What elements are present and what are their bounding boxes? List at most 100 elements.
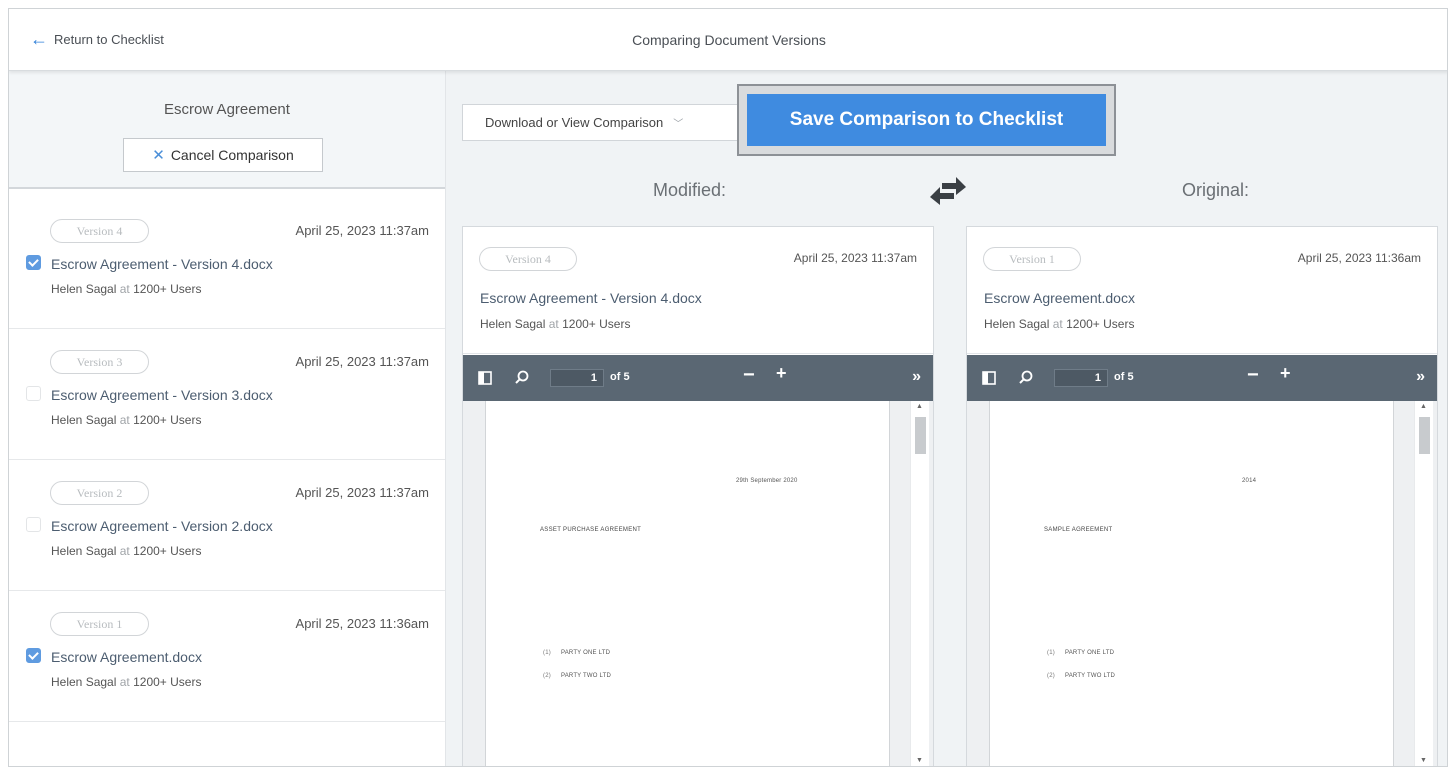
document-party: (2) PARTY TWO LTD <box>543 673 611 679</box>
version-checkbox[interactable] <box>26 255 41 270</box>
document-date: 29th September 2020 <box>736 478 798 484</box>
page-number-input[interactable]: 1 <box>1054 369 1108 387</box>
author-name: Helen Sagal <box>51 544 117 558</box>
version-file-name[interactable]: Escrow Agreement - Version 4.docx <box>51 256 273 272</box>
page-number-input[interactable]: 1 <box>550 369 604 387</box>
download-or-view-dropdown[interactable]: Download or View Comparison ﹀ <box>462 104 743 141</box>
party-name: PARTY TWO LTD <box>1064 673 1115 679</box>
version-list: Version 4 April 25, 2023 11:37am Escrow … <box>9 198 445 722</box>
chevron-down-icon: ﹀ <box>673 119 684 130</box>
author-org: 1200+ Users <box>562 317 631 331</box>
author-name: Helen Sagal <box>51 282 117 296</box>
zoom-in-button[interactable]: + <box>1280 363 1291 384</box>
document-party: (2) PARTY TWO LTD <box>1047 673 1115 679</box>
author-at: at <box>548 317 559 331</box>
scrollbar[interactable]: ▲ ▼ <box>910 401 929 766</box>
version-author: Helen Sagal at 1200+ Users <box>51 282 201 296</box>
panel-author: Helen Sagal at 1200+ Users <box>480 317 630 331</box>
scrollbar-thumb[interactable] <box>1419 417 1430 454</box>
more-tools-button[interactable]: » <box>912 368 921 386</box>
sidebar-toggle-icon[interactable] <box>982 371 996 385</box>
version-badge: Version 1 <box>50 612 149 636</box>
save-comparison-button[interactable]: Save Comparison to Checklist <box>747 94 1106 146</box>
version-badge: Version 4 <box>50 219 149 243</box>
panel-header: Version 1 April 25, 2023 11:36am Escrow … <box>967 227 1437 354</box>
panel-file-name: Escrow Agreement.docx <box>984 290 1135 306</box>
scroll-down-icon[interactable]: ▼ <box>916 757 923 764</box>
author-org: 1200+ Users <box>133 675 202 689</box>
version-badge: Version 4 <box>479 247 577 271</box>
party-name: PARTY TWO LTD <box>560 673 611 679</box>
author-at: at <box>119 675 130 689</box>
modified-label: Modified: <box>653 180 727 200</box>
party-number: (1) <box>1047 650 1055 656</box>
document-preview: 29th September 2020 ASSET PURCHASE AGREE… <box>463 401 933 766</box>
pdf-viewer-toolbar: 1 of 5 − + » <box>463 355 933 401</box>
party-name: PARTY ONE LTD <box>1064 650 1115 656</box>
version-author: Helen Sagal at 1200+ Users <box>51 544 201 558</box>
version-file-name[interactable]: Escrow Agreement - Version 3.docx <box>51 387 273 403</box>
author-org: 1200+ Users <box>133 544 202 558</box>
version-badge: Version 2 <box>50 481 149 505</box>
search-icon[interactable] <box>1018 369 1034 385</box>
scrollbar[interactable]: ▲ ▼ <box>1414 401 1433 766</box>
party-name: PARTY ONE LTD <box>560 650 611 656</box>
scroll-down-icon[interactable]: ▼ <box>1420 757 1427 764</box>
modified-panel: Version 4 April 25, 2023 11:37am Escrow … <box>462 226 934 766</box>
author-at: at <box>119 282 130 296</box>
version-date: April 25, 2023 11:37am <box>295 485 429 500</box>
panel-author: Helen Sagal at 1200+ Users <box>984 317 1134 331</box>
document-title: Escrow Agreement <box>164 101 290 118</box>
author-name: Helen Sagal <box>480 317 546 331</box>
cancel-comparison-button[interactable]: ✕ Cancel Comparison <box>123 138 323 172</box>
document-page: 2014 SAMPLE AGREEMENT (1) PARTY ONE LTD (… <box>989 401 1394 766</box>
pdf-viewer-toolbar: 1 of 5 − + » <box>967 355 1437 401</box>
zoom-out-button[interactable]: − <box>743 364 755 387</box>
document-party: (1) PARTY ONE LTD <box>1047 650 1114 656</box>
document-heading: ASSET PURCHASE AGREEMENT <box>540 527 642 533</box>
scrollbar-thumb[interactable] <box>915 417 926 454</box>
panel-date: April 25, 2023 11:37am <box>793 251 917 265</box>
version-author: Helen Sagal at 1200+ Users <box>51 413 201 427</box>
sidebar-header: Escrow Agreement ✕ Cancel Comparison <box>9 71 445 189</box>
sidebar-toggle-icon[interactable] <box>478 371 492 385</box>
app-window: ← Return to Checklist Comparing Document… <box>8 8 1448 767</box>
version-file-name[interactable]: Escrow Agreement - Version 2.docx <box>51 518 273 534</box>
cancel-comparison-label: Cancel Comparison <box>170 147 294 163</box>
comparison-area: Download or View Comparison ﹀ Save Compa… <box>446 71 1447 766</box>
zoom-in-button[interactable]: + <box>776 363 787 384</box>
document-heading: SAMPLE AGREEMENT <box>1044 527 1113 533</box>
swap-arrows-icon[interactable] <box>928 174 968 210</box>
author-name: Helen Sagal <box>984 317 1050 331</box>
version-checkbox[interactable] <box>26 386 41 401</box>
version-sidebar: Escrow Agreement ✕ Cancel Comparison Ver… <box>9 71 446 766</box>
search-icon[interactable] <box>514 369 530 385</box>
top-bar: ← Return to Checklist Comparing Document… <box>9 9 1447 71</box>
zoom-out-button[interactable]: − <box>1247 364 1259 387</box>
version-file-name[interactable]: Escrow Agreement.docx <box>51 649 202 665</box>
version-date: April 25, 2023 11:37am <box>295 223 429 238</box>
version-badge: Version 1 <box>983 247 1081 271</box>
version-date: April 25, 2023 11:37am <box>295 354 429 369</box>
version-date: April 25, 2023 11:36am <box>295 616 429 631</box>
close-icon: ✕ <box>152 147 165 164</box>
author-name: Helen Sagal <box>51 675 117 689</box>
author-org: 1200+ Users <box>1066 317 1135 331</box>
version-item[interactable]: Version 1 April 25, 2023 11:36am Escrow … <box>9 591 445 722</box>
version-checkbox[interactable] <box>26 517 41 532</box>
version-item[interactable]: Version 3 April 25, 2023 11:37am Escrow … <box>9 329 445 460</box>
scroll-up-icon[interactable]: ▲ <box>1420 403 1427 410</box>
version-item[interactable]: Version 4 April 25, 2023 11:37am Escrow … <box>9 198 445 329</box>
scroll-up-icon[interactable]: ▲ <box>916 403 923 410</box>
panel-header: Version 4 April 25, 2023 11:37am Escrow … <box>463 227 933 354</box>
party-number: (2) <box>1047 673 1055 679</box>
document-preview: 2014 SAMPLE AGREEMENT (1) PARTY ONE LTD (… <box>967 401 1437 766</box>
version-item[interactable]: Version 2 April 25, 2023 11:37am Escrow … <box>9 460 445 591</box>
version-checkbox[interactable] <box>26 648 41 663</box>
more-tools-button[interactable]: » <box>1416 368 1425 386</box>
original-panel: Version 1 April 25, 2023 11:36am Escrow … <box>966 226 1438 766</box>
panel-date: April 25, 2023 11:36am <box>1297 251 1421 265</box>
author-org: 1200+ Users <box>133 282 202 296</box>
author-name: Helen Sagal <box>51 413 117 427</box>
version-badge: Version 3 <box>50 350 149 374</box>
